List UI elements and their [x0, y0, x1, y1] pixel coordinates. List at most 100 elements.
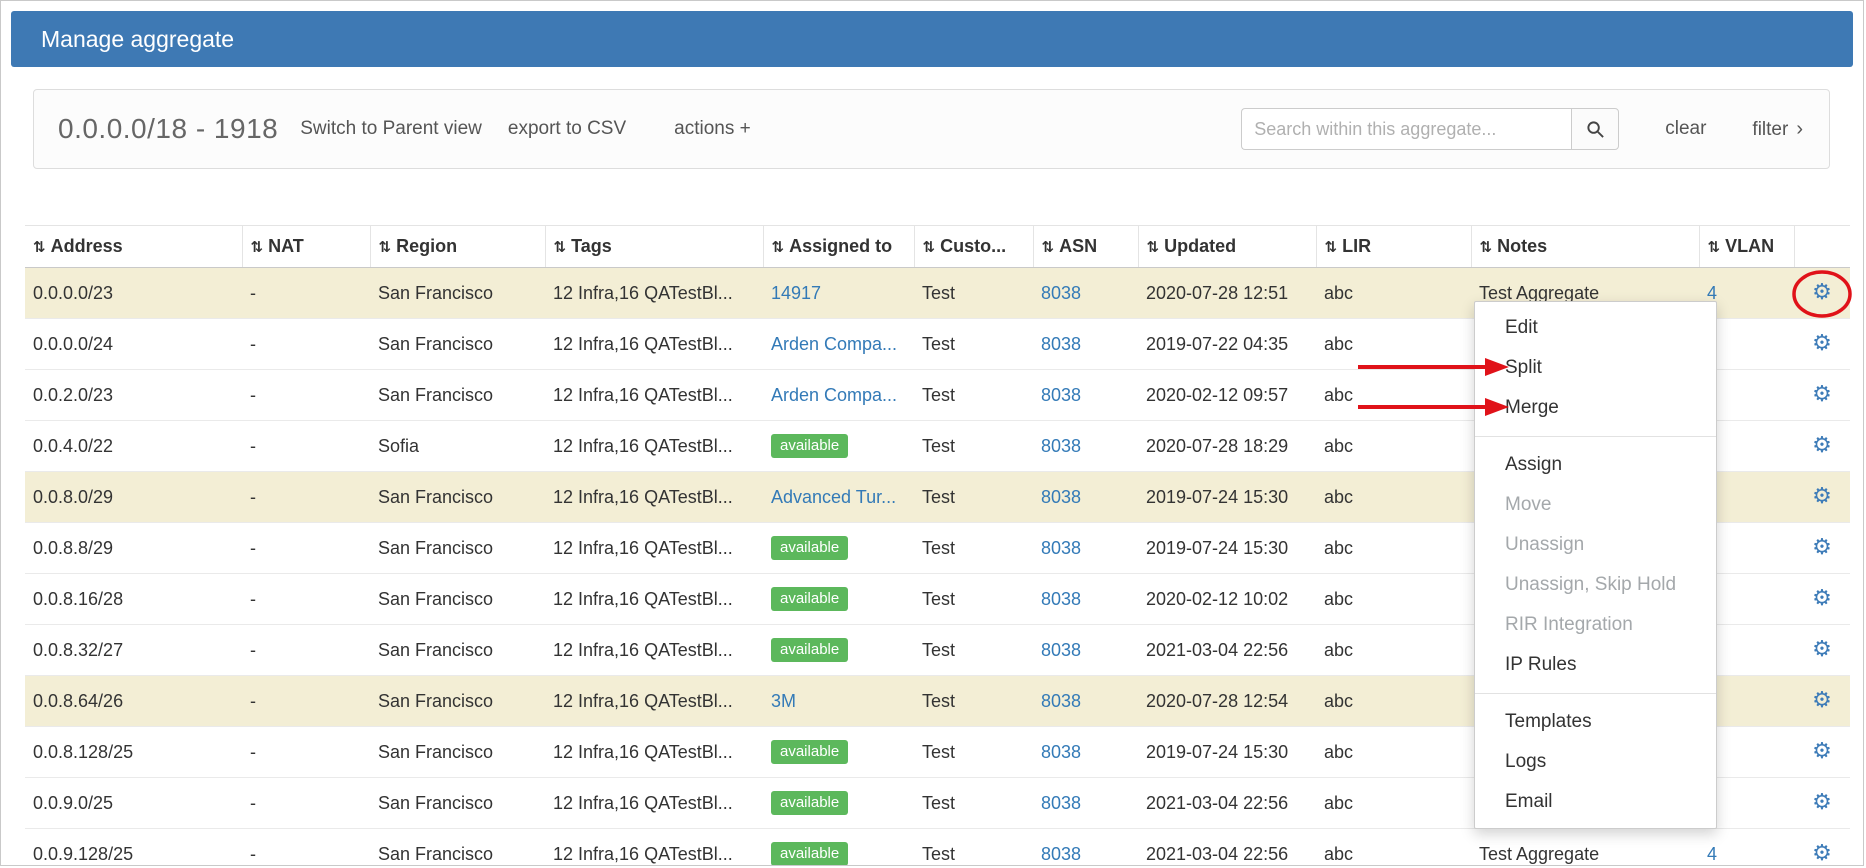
menu-item-edit[interactable]: Edit: [1475, 308, 1716, 348]
gear-icon[interactable]: ⚙: [1812, 739, 1832, 764]
cell-address: 0.0.4.0/22: [25, 421, 242, 472]
cell-tags: 12 Infra,16 QATestBl...: [545, 370, 763, 421]
gear-icon[interactable]: ⚙: [1812, 331, 1832, 356]
gear-icon[interactable]: ⚙: [1812, 688, 1832, 713]
column-header-assigned[interactable]: ⇅Assigned to: [763, 226, 914, 268]
cell-actions: ⚙: [1794, 727, 1850, 778]
cell-nat: -: [242, 523, 370, 574]
column-header-address[interactable]: ⇅Address: [25, 226, 242, 268]
sort-icon: ⇅: [1042, 238, 1055, 256]
column-header-vlan[interactable]: ⇅VLAN: [1699, 226, 1794, 268]
cell-actions: ⚙: [1794, 319, 1850, 370]
export-csv-link[interactable]: export to CSV: [508, 118, 626, 140]
gear-icon[interactable]: ⚙: [1812, 433, 1832, 458]
available-badge: available: [771, 740, 848, 764]
cell-tags: 12 Infra,16 QATestBl...: [545, 727, 763, 778]
vlan-link[interactable]: 4: [1707, 844, 1717, 864]
cell-lir: abc: [1316, 370, 1471, 421]
cell-asn: 8038: [1033, 268, 1138, 319]
cell-region: San Francisco: [370, 829, 545, 867]
cell-customer: Test: [914, 319, 1033, 370]
column-header-notes[interactable]: ⇅Notes: [1471, 226, 1699, 268]
cell-updated: 2020-02-12 09:57: [1138, 370, 1316, 421]
asn-link[interactable]: 8038: [1041, 640, 1081, 660]
asn-link[interactable]: 8038: [1041, 844, 1081, 864]
column-header-nat[interactable]: ⇅NAT: [242, 226, 370, 268]
asn-link[interactable]: 8038: [1041, 589, 1081, 609]
cell-region: San Francisco: [370, 727, 545, 778]
gear-icon[interactable]: ⚙: [1812, 586, 1832, 611]
gear-icon[interactable]: ⚙: [1812, 484, 1832, 509]
cell-address: 0.0.8.8/29: [25, 523, 242, 574]
asn-link[interactable]: 8038: [1041, 742, 1081, 762]
asn-link[interactable]: 8038: [1041, 793, 1081, 813]
asn-link[interactable]: 8038: [1041, 334, 1081, 354]
cell-lir: abc: [1316, 319, 1471, 370]
gear-icon[interactable]: ⚙: [1812, 637, 1832, 662]
asn-link[interactable]: 8038: [1041, 283, 1081, 303]
search-button[interactable]: [1571, 108, 1619, 150]
cell-assigned: 14917: [763, 268, 914, 319]
gear-icon[interactable]: ⚙: [1812, 280, 1832, 305]
search-input[interactable]: [1241, 108, 1571, 150]
cell-tags: 12 Infra,16 QATestBl...: [545, 472, 763, 523]
asn-link[interactable]: 8038: [1041, 538, 1081, 558]
switch-parent-view-link[interactable]: Switch to Parent view: [300, 118, 482, 140]
asn-link[interactable]: 8038: [1041, 691, 1081, 711]
cell-region: San Francisco: [370, 370, 545, 421]
menu-item-templates[interactable]: Templates: [1475, 702, 1716, 742]
available-badge: available: [771, 536, 848, 560]
gear-icon[interactable]: ⚙: [1812, 535, 1832, 560]
assigned-link[interactable]: Advanced Tur...: [771, 487, 896, 507]
cell-assigned: available: [763, 421, 914, 472]
cell-updated: 2020-02-12 10:02: [1138, 574, 1316, 625]
cell-nat: -: [242, 778, 370, 829]
page: Manage aggregate 0.0.0.0/18 - 1918 Switc…: [0, 0, 1864, 866]
actions-menu-button[interactable]: actions +: [674, 118, 751, 140]
column-header-region[interactable]: ⇅Region: [370, 226, 545, 268]
asn-link[interactable]: 8038: [1041, 487, 1081, 507]
column-header-lir[interactable]: ⇅LIR: [1316, 226, 1471, 268]
context-menu: EditSplitMergeAssignMoveUnassignUnassign…: [1474, 301, 1717, 829]
gear-icon[interactable]: ⚙: [1812, 841, 1832, 866]
menu-item-move: Move: [1475, 485, 1716, 525]
assigned-link[interactable]: Arden Compa...: [771, 385, 897, 405]
menu-item-split[interactable]: Split: [1475, 348, 1716, 388]
cell-lir: abc: [1316, 676, 1471, 727]
column-header-asn[interactable]: ⇅ASN: [1033, 226, 1138, 268]
assigned-link[interactable]: 14917: [771, 283, 821, 303]
cell-region: San Francisco: [370, 472, 545, 523]
cell-nat: -: [242, 472, 370, 523]
filter-link[interactable]: filter›: [1752, 118, 1803, 141]
cell-vlan: 4: [1699, 829, 1794, 867]
cell-lir: abc: [1316, 778, 1471, 829]
menu-item-logs[interactable]: Logs: [1475, 742, 1716, 782]
gear-icon[interactable]: ⚙: [1812, 790, 1832, 815]
cell-updated: 2020-07-28 18:29: [1138, 421, 1316, 472]
menu-item-assign[interactable]: Assign: [1475, 445, 1716, 485]
menu-item-ip-rules[interactable]: IP Rules: [1475, 645, 1716, 685]
vlan-link[interactable]: 4: [1707, 283, 1717, 303]
column-header-updated[interactable]: ⇅Updated: [1138, 226, 1316, 268]
menu-item-email[interactable]: Email: [1475, 782, 1716, 822]
cell-region: San Francisco: [370, 523, 545, 574]
cell-actions: ⚙: [1794, 370, 1850, 421]
cell-updated: 2019-07-24 15:30: [1138, 523, 1316, 574]
cell-lir: abc: [1316, 625, 1471, 676]
clear-link[interactable]: clear: [1665, 118, 1706, 140]
cell-assigned: Arden Compa...: [763, 370, 914, 421]
cell-actions: ⚙: [1794, 829, 1850, 867]
cell-tags: 12 Infra,16 QATestBl...: [545, 676, 763, 727]
column-header-customer[interactable]: ⇅Custo...: [914, 226, 1033, 268]
cell-assigned: available: [763, 727, 914, 778]
cell-tags: 12 Infra,16 QATestBl...: [545, 268, 763, 319]
column-header-tags[interactable]: ⇅Tags: [545, 226, 763, 268]
cell-asn: 8038: [1033, 523, 1138, 574]
gear-icon[interactable]: ⚙: [1812, 382, 1832, 407]
menu-item-merge[interactable]: Merge: [1475, 388, 1716, 428]
assigned-link[interactable]: 3M: [771, 691, 796, 711]
assigned-link[interactable]: Arden Compa...: [771, 334, 897, 354]
sort-icon: ⇅: [772, 238, 785, 256]
asn-link[interactable]: 8038: [1041, 436, 1081, 456]
asn-link[interactable]: 8038: [1041, 385, 1081, 405]
